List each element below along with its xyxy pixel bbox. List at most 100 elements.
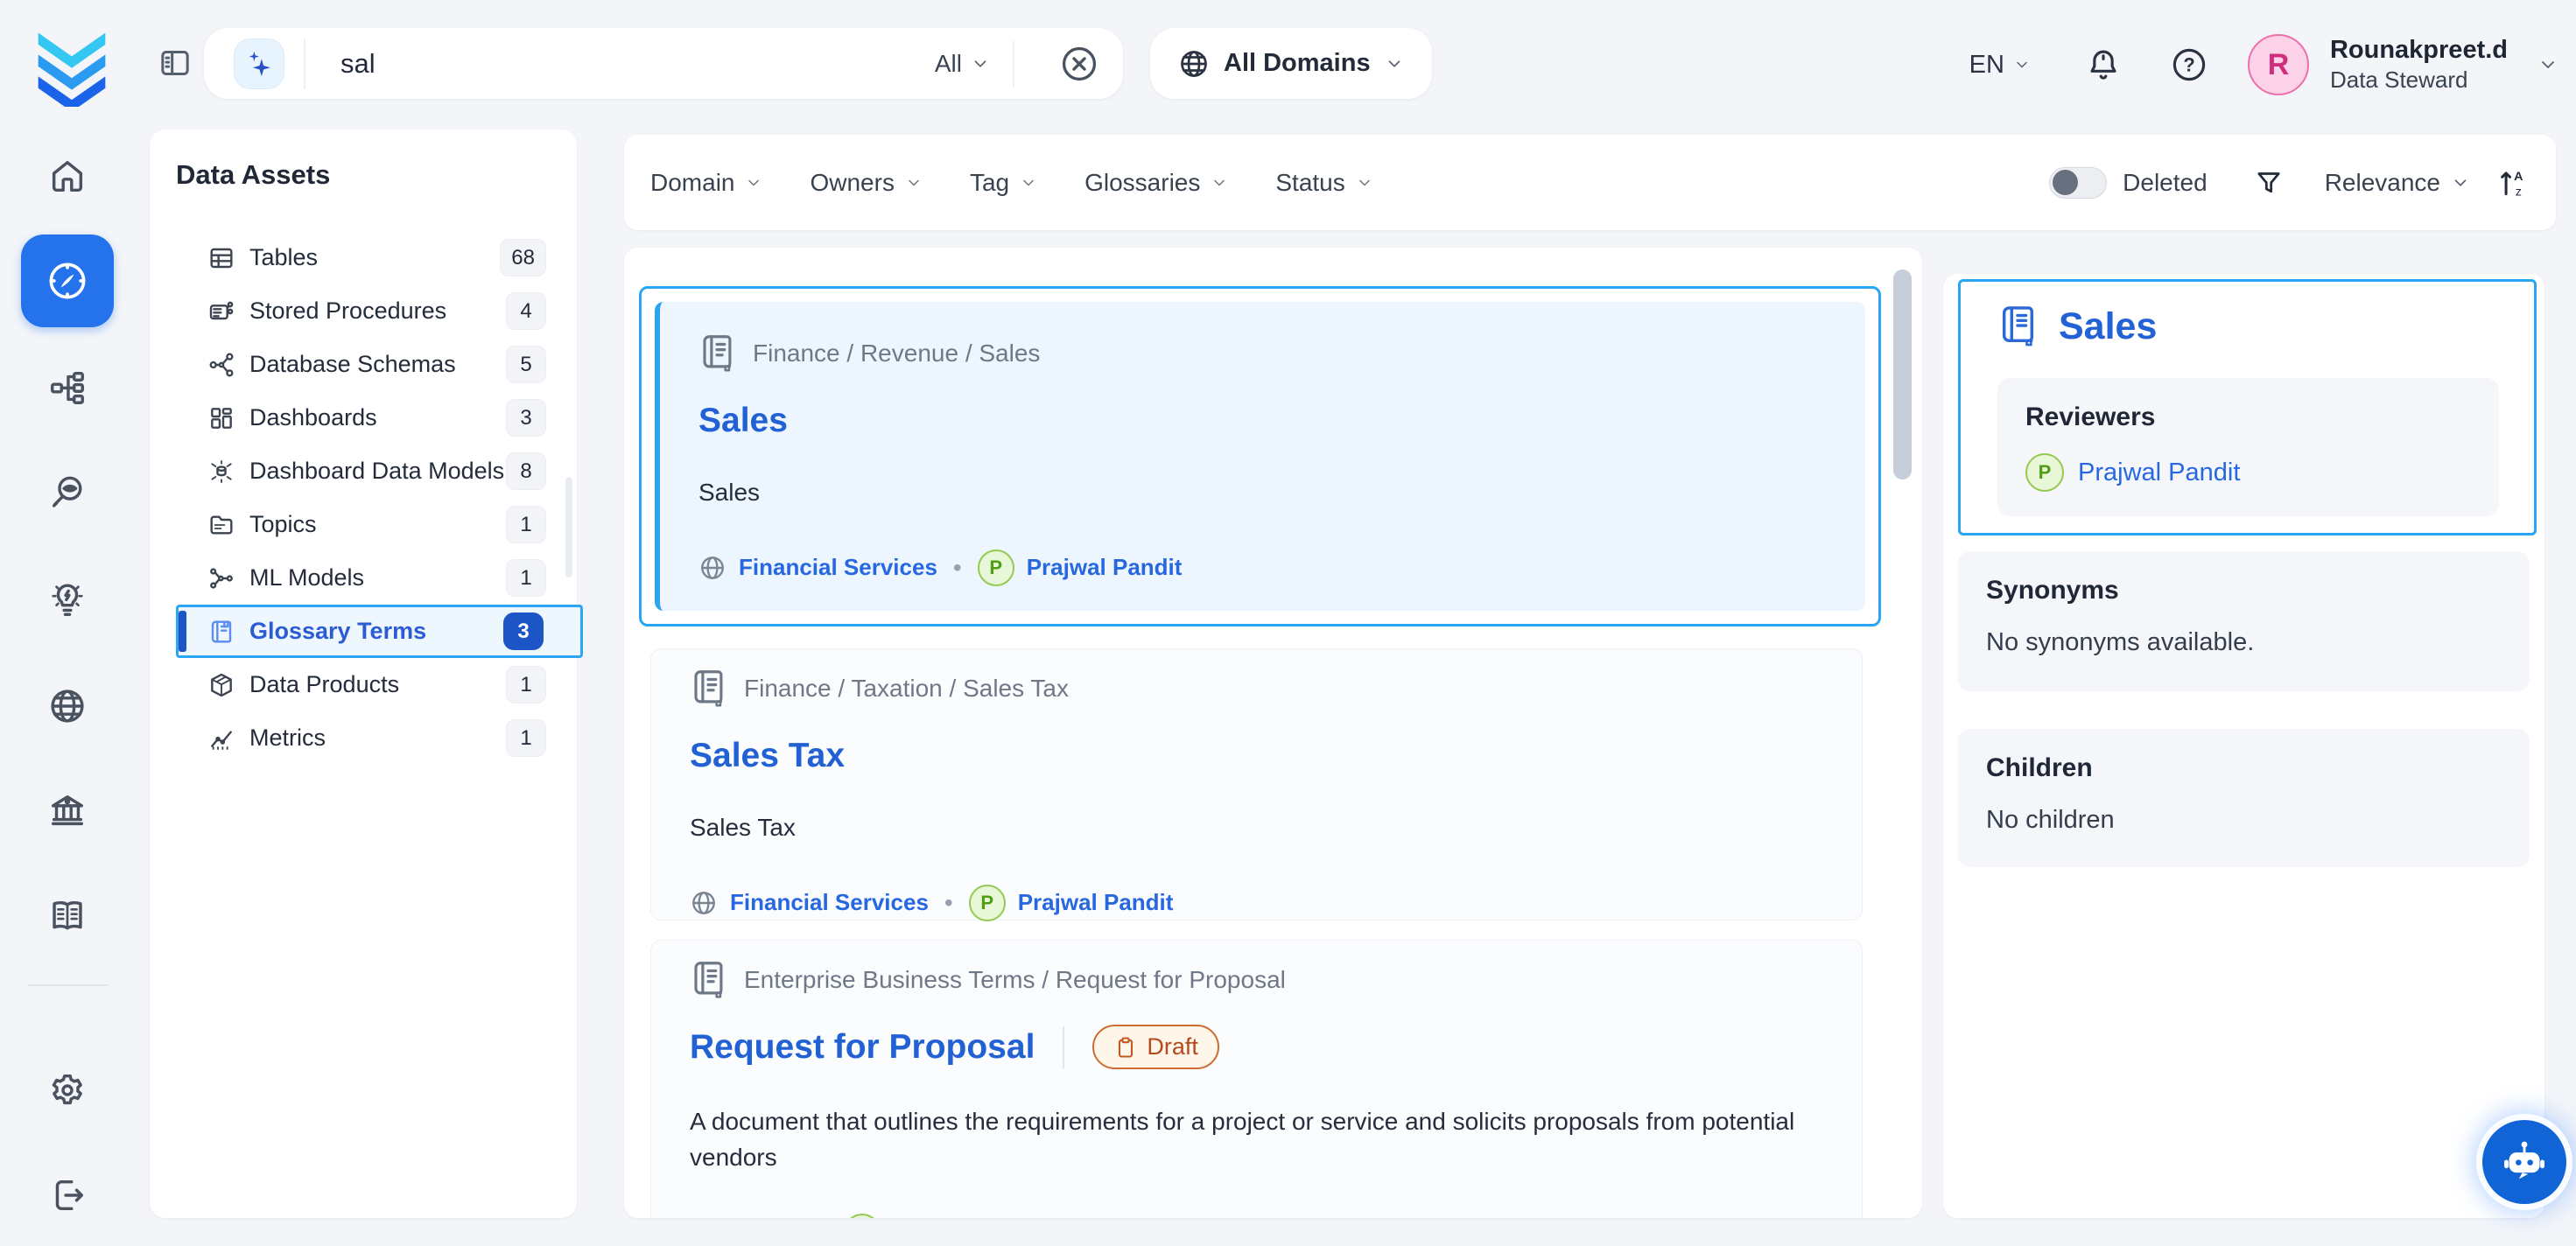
topic-icon bbox=[207, 511, 237, 539]
owner-link[interactable]: Prajwal Pandit bbox=[1027, 554, 1183, 581]
breadcrumb: Enterprise Business Terms / Request for … bbox=[744, 966, 1286, 994]
preview-selected-section: Sales Reviewers P Prajwal Pandit bbox=[1958, 279, 2537, 536]
asset-row-topics[interactable]: Topics 1 bbox=[176, 498, 583, 551]
result-description: A document that outlines the requirement… bbox=[690, 1104, 1819, 1175]
reviewer-link[interactable]: Prajwal Pandit bbox=[2078, 458, 2240, 487]
glossary-book-icon bbox=[690, 668, 726, 709]
asset-row-database-schemas[interactable]: Database Schemas 5 bbox=[176, 338, 583, 391]
filter-owners[interactable]: Owners bbox=[810, 169, 922, 197]
user-avatar[interactable]: R bbox=[2248, 34, 2309, 95]
domain-selector[interactable]: All Domains bbox=[1150, 28, 1432, 99]
svg-text:?: ? bbox=[2183, 54, 2194, 76]
synonyms-section: Synonyms No synonyms available. bbox=[1958, 551, 2530, 691]
glossary-term-icon bbox=[207, 618, 237, 646]
domain-link[interactable]: Financial Services bbox=[730, 889, 929, 916]
count-badge: 1 bbox=[506, 506, 546, 543]
filter-glossaries[interactable]: Glossaries bbox=[1084, 169, 1228, 197]
deleted-label: Deleted bbox=[2123, 169, 2207, 197]
synonyms-label: Synonyms bbox=[1986, 576, 2502, 606]
result-footer: No Domain • H Harsha bbox=[690, 1214, 1827, 1218]
sort-dropdown[interactable]: Relevance bbox=[2325, 169, 2470, 197]
result-title-link[interactable]: Sales Tax bbox=[690, 737, 845, 775]
asset-row-dashboards[interactable]: Dashboards 3 bbox=[176, 391, 583, 444]
nav-observability[interactable] bbox=[47, 472, 88, 513]
advanced-filter-button[interactable] bbox=[2253, 167, 2285, 199]
result-description: Sales Tax bbox=[690, 810, 1819, 846]
chevron-down-icon bbox=[1020, 174, 1037, 192]
schema-icon bbox=[207, 351, 237, 379]
bell-icon bbox=[2085, 46, 2122, 83]
glossary-book-icon bbox=[698, 333, 735, 374]
deleted-toggle[interactable] bbox=[2049, 167, 2107, 199]
filter-tag[interactable]: Tag bbox=[970, 169, 1037, 197]
nav-explore[interactable] bbox=[21, 234, 114, 327]
open-book-icon bbox=[47, 896, 88, 936]
global-search-bar[interactable]: sal All bbox=[204, 28, 1123, 99]
domain-selector-label: All Domains bbox=[1224, 49, 1371, 78]
result-title-link[interactable]: Sales bbox=[698, 402, 788, 440]
owner-avatar: H bbox=[844, 1214, 881, 1218]
ml-model-icon bbox=[207, 564, 237, 592]
result-card-sales-tax[interactable]: Finance / Taxation / Sales Tax Sales Tax… bbox=[650, 648, 1863, 920]
filter-status[interactable]: Status bbox=[1275, 169, 1372, 197]
assets-scrollbar[interactable] bbox=[565, 477, 572, 578]
result-description: Sales bbox=[698, 475, 1828, 511]
result-breadcrumb-row: Finance / Revenue / Sales bbox=[698, 333, 1830, 374]
search-eye-icon bbox=[47, 472, 88, 513]
asset-row-data-products[interactable]: Data Products 1 bbox=[176, 658, 583, 711]
nav-home[interactable] bbox=[47, 156, 88, 196]
chatbot-button[interactable] bbox=[2482, 1120, 2566, 1204]
help-button[interactable]: ? bbox=[2171, 46, 2207, 83]
reviewer-avatar: P bbox=[2025, 453, 2064, 492]
chevron-down-icon bbox=[2451, 173, 2470, 192]
glossary-book-icon bbox=[690, 960, 726, 1000]
asset-row-tables[interactable]: Tables 68 bbox=[176, 231, 583, 284]
result-title-link[interactable]: Request for Proposal bbox=[690, 1028, 1035, 1067]
asset-row-ml-models[interactable]: ML Models 1 bbox=[176, 551, 583, 605]
table-icon bbox=[207, 244, 237, 272]
count-badge: 8 bbox=[506, 452, 546, 490]
nav-logout[interactable] bbox=[47, 1175, 88, 1215]
sort-direction-button[interactable]: A z bbox=[2496, 166, 2530, 200]
asset-row-glossary-terms[interactable]: Glossary Terms 3 bbox=[176, 605, 583, 658]
clear-search-button[interactable] bbox=[1060, 45, 1098, 83]
asset-row-dashboard-data-models[interactable]: Dashboard Data Models 8 bbox=[176, 444, 583, 498]
question-circle-icon: ? bbox=[2171, 46, 2207, 83]
svg-text:A: A bbox=[2514, 169, 2523, 183]
asset-row-metrics[interactable]: Metrics 1 bbox=[176, 711, 583, 765]
user-info[interactable]: Rounakpreet.d Data Steward bbox=[2330, 34, 2508, 95]
nav-glossary[interactable] bbox=[47, 896, 88, 936]
result-card-request-for-proposal[interactable]: Enterprise Business Terms / Request for … bbox=[650, 940, 1863, 1218]
search-input[interactable]: sal bbox=[340, 48, 935, 80]
results-scrollbar[interactable] bbox=[1893, 270, 1912, 480]
nav-lineage[interactable] bbox=[47, 368, 88, 408]
search-divider bbox=[304, 38, 305, 89]
chevron-down-icon bbox=[745, 174, 762, 192]
chevron-down-icon bbox=[971, 54, 990, 74]
language-selector[interactable]: EN bbox=[1969, 51, 2031, 80]
ai-sparkle-button[interactable] bbox=[234, 38, 284, 89]
filter-domain[interactable]: Domain bbox=[650, 169, 762, 197]
svg-text:z: z bbox=[2516, 185, 2522, 199]
count-badge: 5 bbox=[506, 346, 546, 383]
asset-row-stored-procedures[interactable]: Stored Procedures 4 bbox=[176, 284, 583, 338]
count-badge: 1 bbox=[506, 666, 546, 704]
data-model-icon bbox=[207, 458, 237, 486]
owner-link[interactable]: Prajwal Pandit bbox=[1018, 889, 1174, 916]
nav-domains[interactable] bbox=[47, 686, 88, 726]
app-logo[interactable] bbox=[32, 19, 112, 111]
globe-icon bbox=[690, 889, 718, 917]
nav-insights[interactable] bbox=[47, 579, 88, 620]
domain-link[interactable]: Financial Services bbox=[739, 554, 937, 581]
user-menu-chevron-icon[interactable] bbox=[2537, 54, 2558, 75]
notifications-button[interactable] bbox=[2085, 46, 2122, 83]
search-scope-dropdown[interactable]: All bbox=[935, 50, 990, 78]
result-card-sales-selected[interactable]: Finance / Revenue / Sales Sales Sales Fi… bbox=[639, 286, 1881, 626]
dashboard-icon bbox=[207, 404, 237, 432]
sidebar-collapse-button[interactable] bbox=[158, 46, 193, 85]
nav-govern[interactable] bbox=[47, 791, 88, 831]
breadcrumb: Finance / Revenue / Sales bbox=[753, 340, 1040, 368]
nav-settings[interactable] bbox=[47, 1070, 88, 1110]
preview-title-link[interactable]: Sales bbox=[2059, 305, 2157, 348]
clipboard-icon bbox=[1113, 1035, 1138, 1060]
